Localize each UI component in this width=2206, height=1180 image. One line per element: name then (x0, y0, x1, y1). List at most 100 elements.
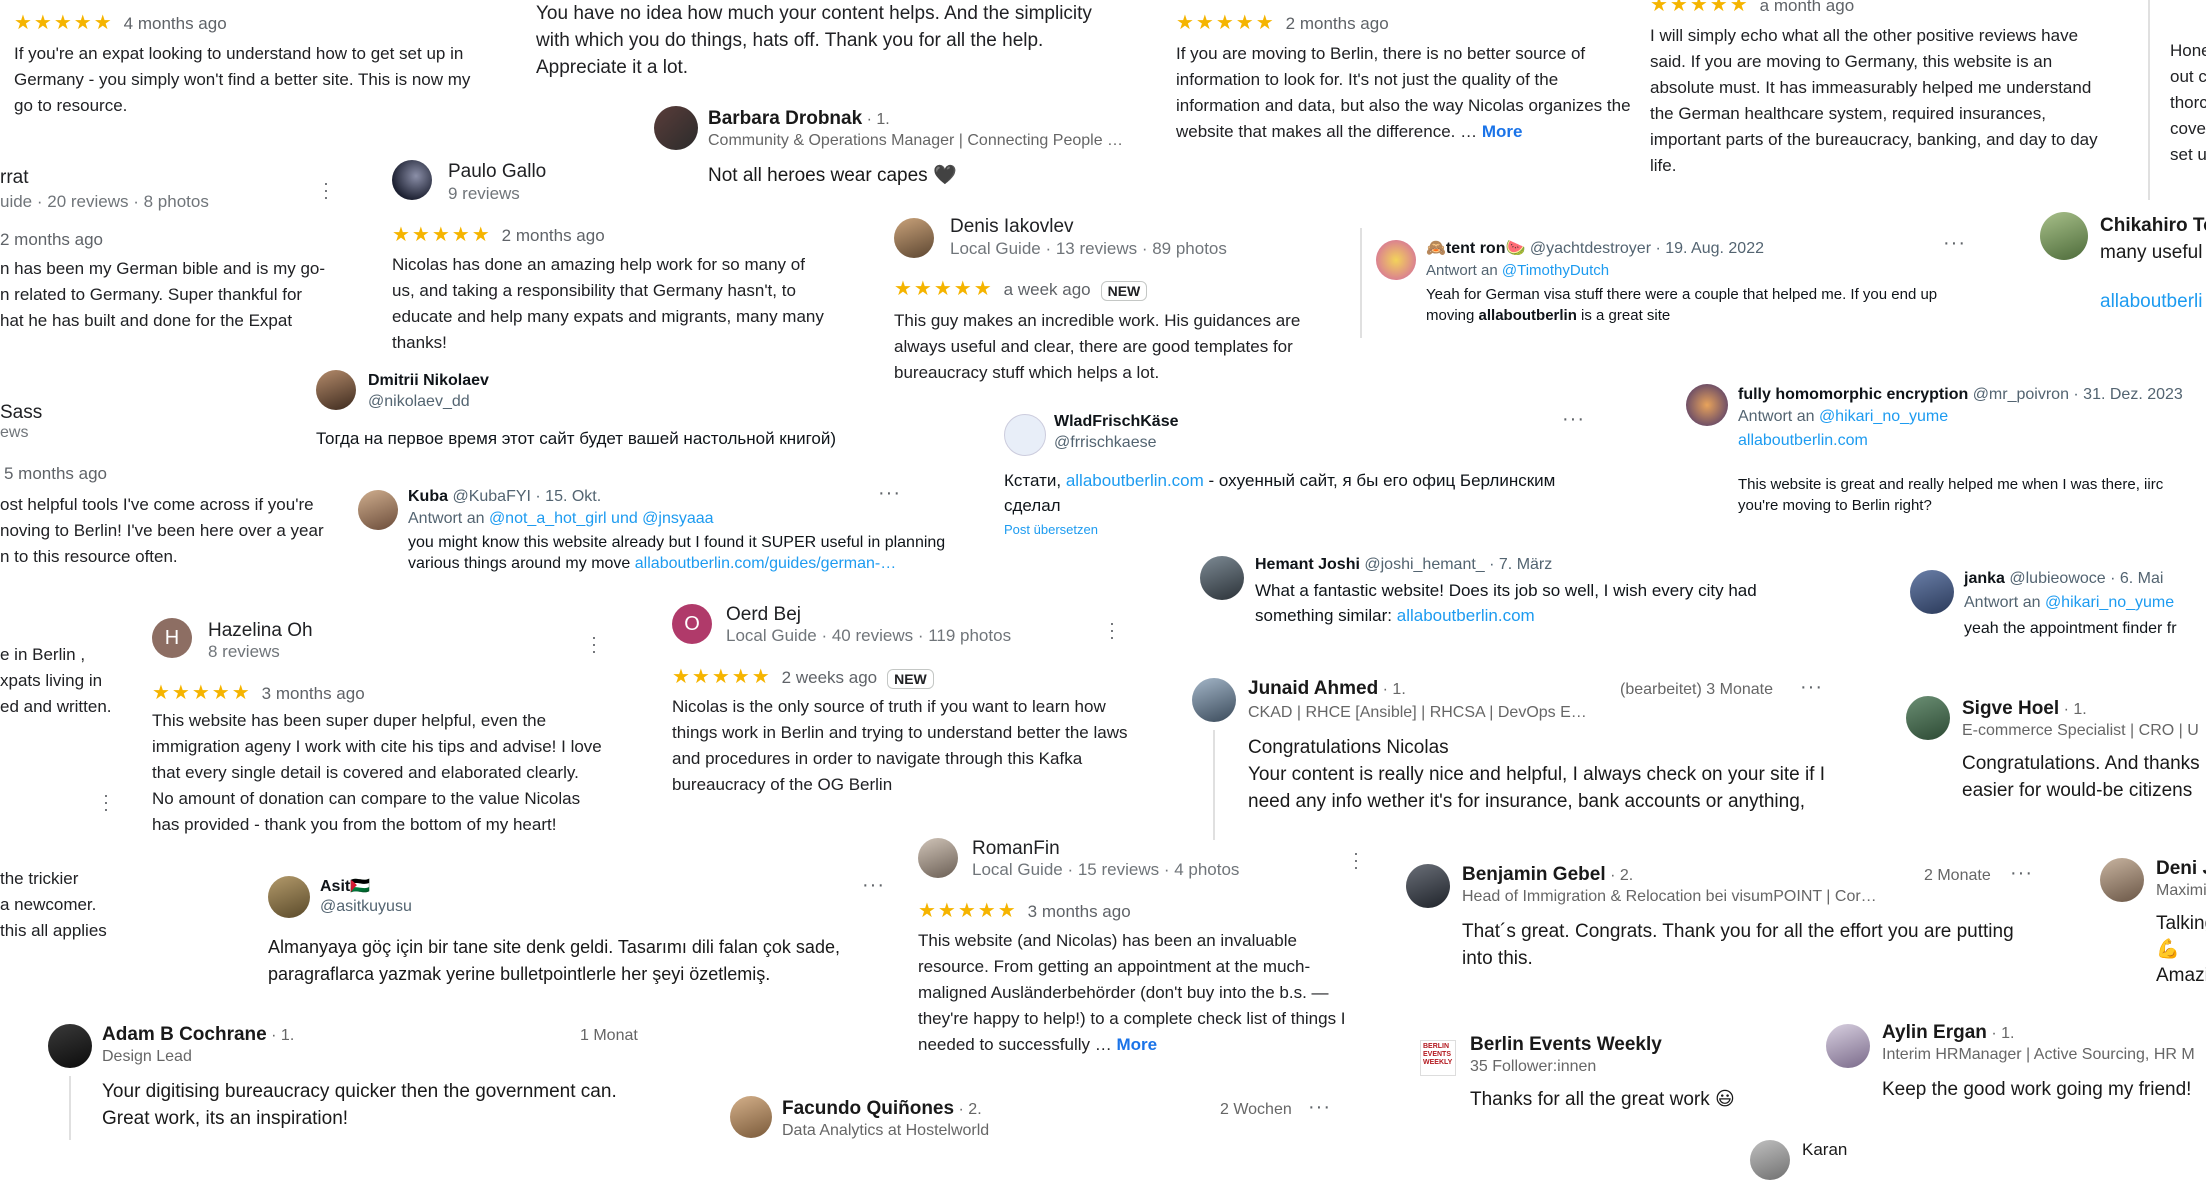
avatar[interactable]: O (672, 604, 712, 644)
avatar[interactable] (894, 218, 934, 258)
tweet-author[interactable]: fully homomorphic encryption (1738, 386, 1968, 403)
avatar[interactable] (1192, 678, 1236, 722)
reviewer-meta: Local Guide · 15 reviews · 4 photos (972, 860, 1240, 879)
commenter-name[interactable]: Aylin Ergan (1882, 1022, 1987, 1043)
more-options-icon[interactable]: ··· (590, 628, 598, 660)
new-badge: NEW (887, 668, 934, 689)
avatar[interactable] (2100, 858, 2144, 902)
tweet-text: This website is great and really helped … (1738, 476, 2164, 514)
commenter-name[interactable]: Chikahiro To (2100, 215, 2206, 237)
avatar[interactable] (1376, 240, 1416, 280)
more-options-icon[interactable]: ··· (1352, 844, 1360, 876)
linkedin-comment-adam: Adam B Cochrane · 1. 1 Monat Design Lead… (48, 1020, 648, 1140)
commenter-name[interactable]: Junaid Ahmed (1248, 678, 1378, 699)
more-options-icon[interactable]: ··· (322, 174, 330, 206)
commenter-name[interactable]: Deni J (2156, 858, 2206, 880)
avatar[interactable] (1004, 414, 1046, 456)
logo-text: BERLIN EVENTS WEEKLY (1423, 1043, 1453, 1066)
reply-to-link[interactable]: @hikari_no_yume (2045, 594, 2174, 611)
avatar[interactable] (48, 1024, 92, 1068)
commenter-name[interactable]: Benjamin Gebel (1462, 864, 1606, 885)
review-card-berlin-source: ★★★★★ 2 months ago If you are moving to B… (1176, 10, 1636, 141)
avatar[interactable] (1406, 864, 1450, 908)
review-fragment: Hone out c thorc cove set u (2148, 0, 2206, 200)
commenter-name[interactable]: Adam B Cochrane (102, 1024, 267, 1045)
avatar[interactable] (918, 838, 958, 878)
reply-prefix: Antwort an (1964, 594, 2041, 611)
more-options-icon[interactable]: ··· (2010, 862, 2033, 885)
tweet-author[interactable]: janka (1964, 570, 2005, 587)
avatar[interactable] (1750, 1140, 1790, 1180)
tweet-link[interactable]: allaboutberlin.com/guides/german-… (635, 555, 896, 572)
avatar[interactable] (1906, 696, 1950, 740)
more-options-icon[interactable]: ··· (102, 786, 110, 818)
avatar[interactable] (392, 160, 432, 200)
tweet-author[interactable]: Asit🇵🇸 (320, 876, 370, 896)
avatar[interactable] (358, 490, 398, 530)
reviewer-name[interactable]: rrat (0, 167, 29, 189)
more-options-icon[interactable]: ··· (1800, 676, 1823, 699)
review-age: a month ago (1759, 0, 1855, 15)
commenter-name[interactable]: Sigve Hoel (1962, 698, 2059, 719)
more-options-icon[interactable]: ··· (1308, 1096, 1331, 1119)
avatar[interactable]: H (152, 618, 192, 658)
avatar[interactable] (268, 876, 310, 918)
avatar[interactable] (316, 370, 356, 410)
tweet-link[interactable]: allaboutberlin.com (1066, 471, 1204, 490)
avatar[interactable] (1910, 570, 1954, 614)
review-age: a week ago (1003, 280, 1091, 299)
tweet-handle: @asitkuyusu (320, 898, 412, 915)
more-options-icon[interactable]: ··· (1108, 614, 1116, 646)
reviewer-name[interactable]: Hazelina Oh (208, 620, 313, 642)
avatar[interactable] (2040, 212, 2088, 260)
review-line: hat he has built and done for the Expat (0, 311, 293, 330)
reply-to-link[interactable]: @hikari_no_yume (1819, 408, 1948, 425)
reply-to-link[interactable]: @not_a_hot_girl und @jnsyaaa (489, 510, 714, 527)
commenter-name[interactable]: Barbara Drobnak (708, 108, 862, 129)
avatar[interactable] (1200, 556, 1244, 600)
tweet-text: you might know this website already but … (408, 532, 948, 574)
review-body: If you are moving to Berlin, there is no… (1176, 44, 1631, 141)
tweet-author[interactable]: Dmitrii Nikolaev (368, 372, 489, 390)
reviewer-name[interactable]: RomanFin (972, 838, 1060, 860)
tweet-author[interactable]: 🙈tent ron🍉 (1426, 240, 1525, 257)
tweet-link[interactable]: allaboutberlin.com (1397, 606, 1535, 625)
translate-link[interactable]: Post übersetzen (1004, 522, 1098, 537)
tweet-link[interactable]: allaboutberlin.com (1738, 432, 1868, 450)
new-badge: NEW (1100, 280, 1148, 301)
reviewer-name[interactable]: Paulo Gallo (448, 161, 546, 183)
more-options-icon[interactable]: ··· (862, 874, 885, 897)
review-age: 2 months ago (501, 226, 605, 245)
more-link[interactable]: More (1482, 122, 1523, 141)
reply-to-link[interactable]: @TimothyDutch (1502, 262, 1609, 279)
star-rating: ★★★★★ (14, 12, 114, 34)
linkedin-comment-aylin: Aylin Ergan · 1. Interim HRManager | Act… (1826, 1020, 2206, 1130)
avatar[interactable] (1826, 1024, 1870, 1068)
tweet-tail: is a great site (1581, 307, 1671, 324)
avatar[interactable] (654, 106, 698, 150)
avatar[interactable] (1686, 384, 1728, 426)
reviewer-name[interactable]: Denis Iakovlev (950, 216, 1074, 238)
review-card-echo: ★★★★★ a month ago I will simply echo what… (1650, 0, 2100, 175)
review-line: xpats living in (0, 671, 103, 690)
commenter-name[interactable]: Facundo Quiñones (782, 1098, 954, 1119)
review-line: ost helpful tools I've come across if yo… (0, 495, 314, 514)
tweet-author[interactable]: WladFrischKäse (1054, 413, 1178, 431)
comment-link[interactable]: allaboutberli (2100, 288, 2202, 315)
more-options-icon[interactable]: ··· (878, 482, 901, 505)
tweet-author[interactable]: Kuba (408, 488, 448, 505)
star-rating: ★★★★★ (894, 278, 994, 300)
avatar[interactable] (730, 1096, 772, 1138)
more-link[interactable]: More (1116, 1035, 1157, 1054)
more-options-icon[interactable]: ··· (1562, 408, 1585, 431)
reviewer-name[interactable]: Sass (0, 402, 42, 424)
review-line: the trickier (0, 869, 79, 888)
commenter-name[interactable]: Berlin Events Weekly (1470, 1034, 1662, 1056)
commenter-name[interactable]: Karan (1802, 1140, 1847, 1160)
more-options-icon[interactable]: ··· (1943, 232, 1966, 255)
reviewer-name[interactable]: Oerd Bej (726, 604, 801, 626)
brand-logo[interactable]: BERLIN EVENTS WEEKLY (1420, 1040, 1456, 1076)
review-text: This website has been super duper helpfu… (152, 711, 602, 834)
tweet-kuba: Kuba @KubaFYI · 15. Okt. ··· Antwort an … (358, 482, 958, 578)
tweet-author[interactable]: Hemant Joshi (1255, 556, 1360, 573)
